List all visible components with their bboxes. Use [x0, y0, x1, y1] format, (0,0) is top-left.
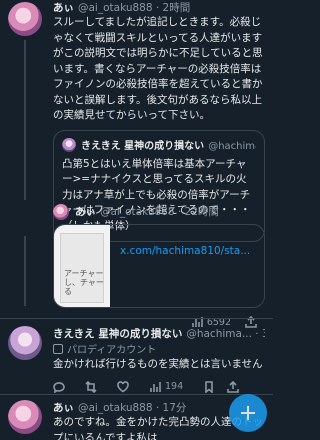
bookmark-button[interactable]	[203, 380, 215, 393]
divider	[0, 318, 273, 319]
avatar	[62, 137, 76, 152]
parody-icon	[53, 343, 63, 354]
handle-and-time[interactable]: @ai_otaku888 · 2時間	[78, 0, 190, 14]
link-thumbnail: アーチャー し、チャー る	[54, 225, 110, 307]
share-icon	[227, 380, 239, 393]
link-url[interactable]: x.com/hachima810/sta...	[110, 225, 250, 307]
thumbnail-text: アーチャー し、チャー る	[64, 269, 104, 296]
link-card[interactable]: アーチャー し、チャー る x.com/hachima810/sta...	[53, 224, 265, 308]
views-icon	[150, 381, 161, 392]
avatar[interactable]	[8, 326, 42, 360]
divider	[0, 394, 273, 395]
compose-button[interactable]	[229, 394, 267, 432]
reply-button[interactable]	[53, 381, 65, 393]
share-button[interactable]	[227, 380, 239, 393]
quoted-display-name: きえきえ 星神の成り損ない	[81, 141, 205, 152]
post-text: スルーしてましたが追記しときます。必殺じゃなくて戦闘スキルといってる人達がいます…	[53, 16, 263, 121]
badge-label: パロディアカウント	[67, 345, 157, 356]
quoted-handle-and-time: @hachima810 · 1日	[208, 141, 256, 152]
like-button[interactable]	[117, 380, 129, 393]
parody-badge: パロディアカウント	[53, 342, 265, 356]
bookmark-icon	[205, 380, 213, 393]
post-3[interactable]: きえきえ 星神の成り損ない @hachima... · 32分 パロディアカウン…	[0, 326, 273, 395]
post-2[interactable]: あぃ @ai_otaku888 · 22時間 アーチャー し、チャー る x.c…	[0, 204, 273, 330]
handle-and-time[interactable]: @ai_otaku888 · 22時間	[100, 204, 219, 218]
views-count[interactable]: 194	[149, 381, 183, 393]
display-name[interactable]: きえきえ 星神の成り損ない	[53, 326, 182, 340]
repost-icon	[85, 380, 97, 393]
post-text: 金かければ行けるものを実績とは言いません	[53, 358, 263, 370]
avatar[interactable]	[53, 204, 69, 220]
views-value: 194	[165, 381, 184, 392]
heart-icon	[117, 380, 129, 392]
display-name[interactable]: あぃ	[53, 400, 74, 414]
display-name[interactable]: あぃ	[53, 0, 74, 14]
handle-and-time[interactable]: @hachima... · 32分	[186, 326, 265, 340]
avatar[interactable]	[8, 2, 42, 36]
handle-and-time[interactable]: @ai_otaku888 · 17分	[78, 400, 186, 414]
repost-button[interactable]	[85, 380, 97, 393]
avatar[interactable]	[8, 400, 42, 434]
display-name[interactable]: あぃ	[75, 204, 96, 218]
reply-icon	[53, 381, 65, 393]
